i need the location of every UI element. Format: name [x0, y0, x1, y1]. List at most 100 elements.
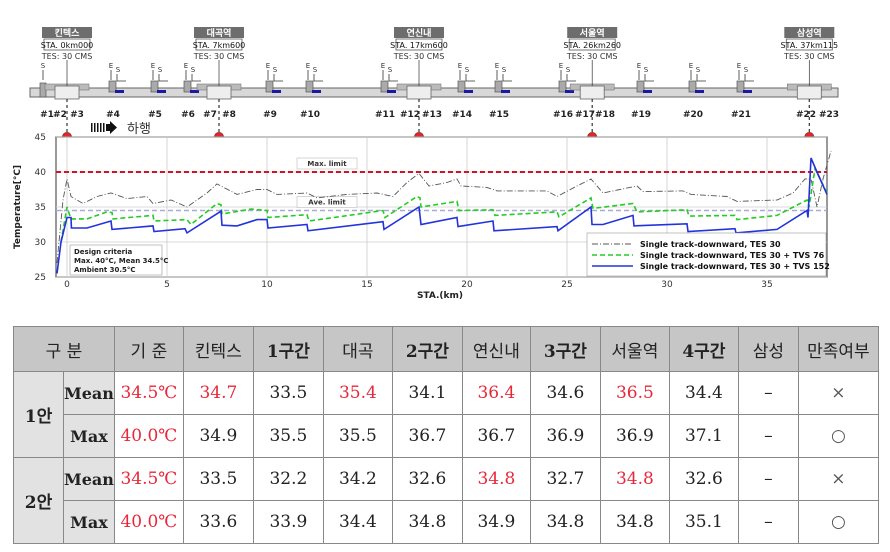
x-tick-label: 35 — [761, 280, 772, 290]
exhaust-label: E — [381, 62, 385, 70]
shaft-box — [688, 80, 697, 93]
vent-label: #7 — [203, 110, 217, 120]
temperature-table: 구 분 기 준 킨텍스 1구간 대곡 2구간 연신내 3구간 서울역 4구간 삼… — [13, 326, 879, 544]
station-name: 킨텍스 — [55, 27, 81, 39]
header-category: 구 분 — [13, 326, 115, 372]
table-cell: 36.9 — [529, 414, 601, 458]
exhaust-label: E — [306, 62, 310, 70]
shaft-box — [636, 80, 645, 93]
table-cell: 35.4 — [322, 371, 393, 415]
table-cell: 34.4 — [322, 500, 393, 544]
supply-arrow-icon — [566, 74, 576, 82]
x-tick-label: 0 — [64, 280, 70, 290]
shaft-box — [108, 80, 117, 93]
shaft-box — [457, 80, 466, 93]
supply-arrow-icon — [465, 74, 475, 82]
table-cell: 34.2 — [322, 457, 393, 501]
x-tick-label: 10 — [261, 280, 273, 290]
station-tes: TES: 30 CMS — [393, 52, 445, 61]
station-tes: TES: 30 CMS — [193, 52, 245, 61]
supply-arrow-icon — [116, 74, 126, 82]
table-cell: 34.1 — [391, 371, 463, 415]
reference-label: Max. limit — [307, 160, 347, 168]
exhaust-label: E — [737, 62, 741, 70]
table-cell: 35.1 — [668, 500, 739, 544]
station-2: 연신내 STA. 17km600 TES: 30 CMS — [390, 27, 448, 142]
station-sta: STA. 0km000 — [41, 41, 94, 50]
vent-label: #10 — [300, 110, 320, 120]
arrow-stripe — [97, 123, 99, 132]
table-cell: 35.5 — [322, 414, 393, 458]
y-tick-label: 45 — [35, 133, 46, 143]
table-cell: 40.0℃ — [113, 500, 184, 544]
x-axis-label: STA.(km) — [417, 291, 463, 301]
table-cell: 36.7 — [461, 414, 531, 458]
supply-arrow-icon — [158, 74, 168, 82]
table-cell: – — [737, 500, 799, 544]
table-cell: 33.5 — [252, 371, 324, 415]
y-tick-label: 40 — [35, 168, 47, 178]
metric-label: Mean — [63, 457, 115, 501]
table-cell: 36.5 — [599, 371, 670, 415]
supply-duct — [387, 90, 396, 93]
station-4: 삼성역 STA. 37km115 TES: 30 CMS — [780, 27, 838, 142]
table-cell: 35.5 — [252, 414, 324, 458]
table-cell: – — [737, 457, 799, 501]
vent-label: #14 — [452, 110, 472, 120]
table-cell: 36.7 — [391, 414, 463, 458]
station-box — [796, 85, 822, 100]
vent-label: #19 — [631, 110, 651, 120]
y-tick-label: 25 — [35, 273, 46, 283]
option-label: 1안 — [13, 371, 64, 458]
vent-label: #16 — [553, 110, 573, 120]
vent-label: #18 — [595, 110, 615, 120]
x-tick-label: 25 — [561, 280, 572, 290]
table-row: 1안 Mean 34.5℃ 34.7 33.5 35.4 34.1 36.4 34.6 36.5 3… — [13, 371, 879, 458]
exhaust-label: E — [689, 62, 693, 70]
vent-label: #3 — [70, 110, 84, 120]
arrow-stripe — [100, 123, 102, 132]
supply-duct — [695, 90, 704, 93]
table-header-row: 구 분 기 준 킨텍스 1구간 대곡 2구간 연신내 3구간 서울역 4구간 삼… — [13, 326, 879, 372]
shaft-box — [183, 80, 192, 93]
supply-duct — [501, 90, 510, 93]
supply-label: S — [744, 66, 749, 74]
exhaust-label: E — [495, 62, 499, 70]
supply-label: S — [502, 66, 507, 74]
vent-label: #2 — [53, 110, 67, 120]
table-cell: 34.4 — [668, 371, 739, 415]
exhaust-label: E — [458, 62, 462, 70]
legend-label: Single track-downward, TES 30 — [640, 240, 781, 249]
shaft-box — [305, 80, 314, 93]
header-samseong: 삼성 — [737, 326, 799, 372]
table-cell: 32.7 — [529, 457, 601, 501]
reference-label: Ave. limit — [308, 199, 346, 207]
vent-label: #23 — [819, 110, 839, 120]
design-criteria-text: Max. 40°C, Mean 34.5°C — [74, 257, 169, 265]
supply-label: S — [566, 66, 571, 74]
x-tick-label: 30 — [661, 280, 673, 290]
header-yeonsinnae: 연신내 — [461, 326, 531, 372]
table-cell: 33.9 — [252, 500, 324, 544]
supply-arrow-icon — [502, 74, 512, 82]
direction-label: 하행 — [127, 121, 151, 137]
exhaust-label: E — [637, 62, 641, 70]
supply-label: S — [644, 66, 649, 74]
vent-label: #9 — [263, 110, 277, 120]
design-criteria-text: Ambient 30.5°C — [74, 266, 136, 274]
y-tick-label: 35 — [35, 203, 46, 213]
supply-arrow-icon — [744, 74, 754, 82]
table-cell: 34.8 — [599, 457, 670, 501]
station-sta: STA. 17km600 — [390, 41, 448, 50]
table-cell: × — [797, 371, 879, 415]
x-tick-label: 15 — [361, 280, 372, 290]
legend-label: Single track-downward, TES 30 + TVS 152 — [640, 262, 830, 271]
table-cell: × — [797, 457, 879, 501]
vent-label: #6 — [181, 110, 195, 120]
supply-duct — [464, 90, 473, 93]
header-kintex: 킨텍스 — [182, 326, 254, 372]
station-sta: STA. 37km115 — [780, 41, 838, 50]
table-cell: 34.5℃ — [113, 457, 184, 501]
arrow-stripe — [103, 123, 105, 132]
vent-label: #20 — [683, 110, 703, 120]
